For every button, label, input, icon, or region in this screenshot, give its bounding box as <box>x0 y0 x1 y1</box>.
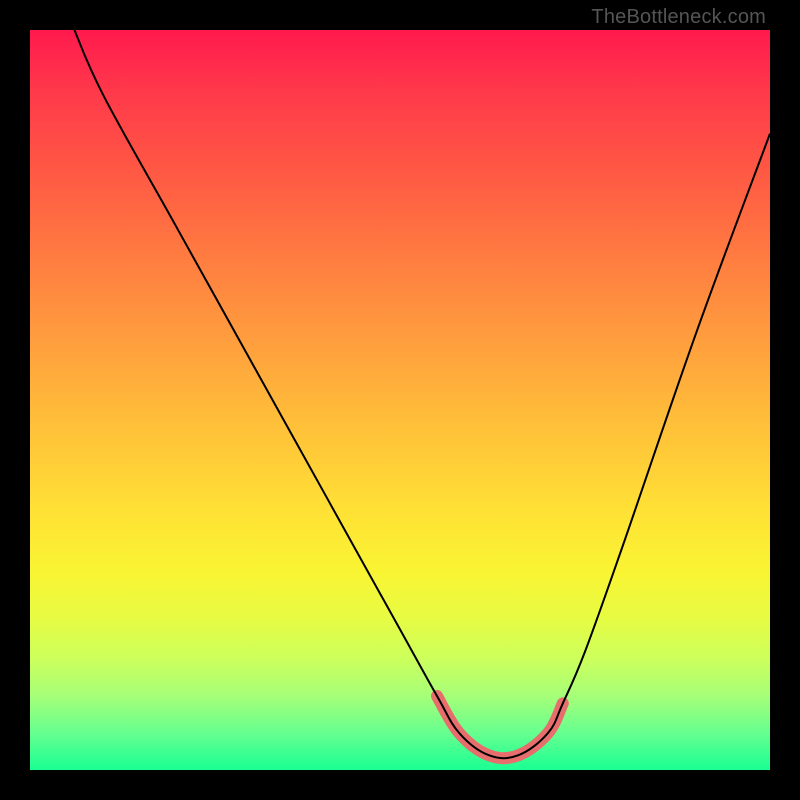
chart-frame: TheBottleneck.com <box>0 0 800 800</box>
bottleneck-curve-line <box>74 30 770 758</box>
curve-layer <box>30 30 770 770</box>
watermark-label: TheBottleneck.com <box>591 6 766 29</box>
plot-area <box>30 30 770 770</box>
